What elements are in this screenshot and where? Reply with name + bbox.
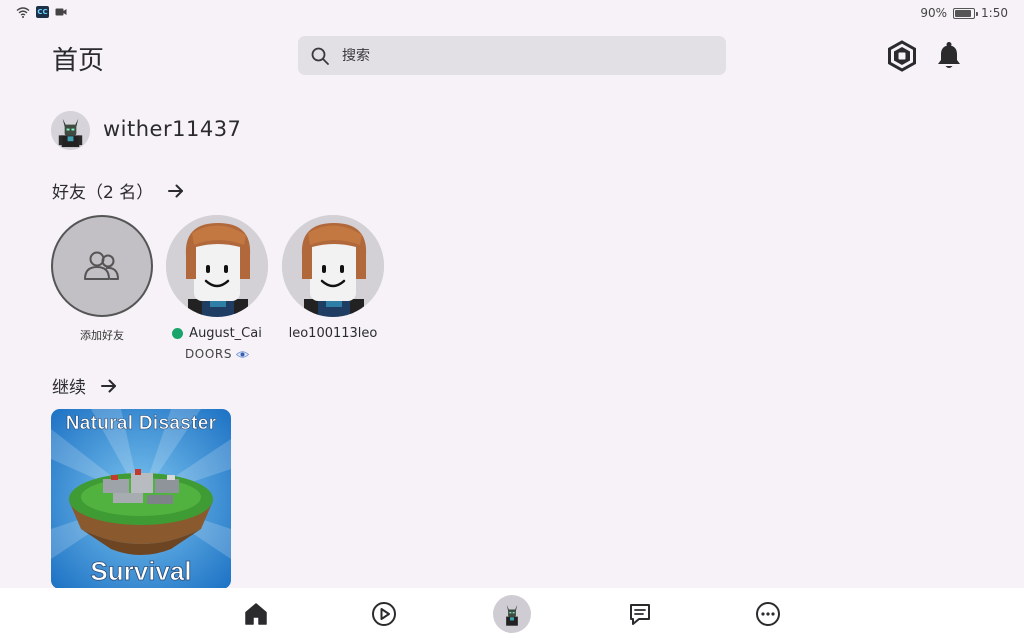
home-icon (245, 603, 267, 625)
add-friend-button[interactable]: 添加好友 (50, 215, 154, 343)
friend-avatar[interactable] (282, 215, 384, 317)
camera-icon (55, 8, 67, 16)
nav-home[interactable] (238, 596, 274, 632)
user-avatar[interactable] (51, 111, 90, 150)
battery-percent: 90% (920, 6, 948, 20)
friend-name-row: August_Cai (165, 326, 269, 341)
app-notification-badge: CC (36, 6, 49, 18)
friend-current-game[interactable]: DOORS (165, 347, 269, 361)
profile-username[interactable]: wither11437 (103, 117, 241, 141)
friends-section-header[interactable]: 好友（2 名） (52, 178, 185, 203)
arrow-right-icon[interactable] (167, 182, 185, 200)
nav-avatar[interactable] (493, 595, 531, 633)
status-bar: CC 90% 1:50 (0, 0, 1024, 28)
bell-icon[interactable] (935, 41, 963, 71)
battery-icon (953, 7, 979, 19)
friend-name: leo100113leo (288, 326, 378, 341)
clock: 1:50 (981, 6, 1008, 20)
friend-item-august-cai[interactable]: August_Cai DOORS (165, 215, 269, 361)
add-friend-label: 添加好友 (80, 329, 124, 342)
play-icon (372, 602, 396, 626)
search-input[interactable] (342, 47, 702, 64)
eye-icon (236, 350, 250, 358)
friend-game-name: DOORS (184, 347, 233, 361)
bottom-nav (0, 588, 1024, 640)
avatar-figure (51, 111, 90, 150)
search-bar[interactable] (298, 36, 726, 75)
continue-section-header[interactable]: 继续 (52, 373, 118, 398)
friend-avatar-figure (282, 215, 384, 317)
more-icon (756, 602, 780, 626)
online-status-dot (172, 328, 184, 339)
game-tile-natural-disaster-survival[interactable]: Natural Disaster Survival (51, 409, 231, 589)
chat-icon (630, 604, 650, 625)
robux-icon[interactable] (886, 40, 918, 72)
wifi-icon (16, 7, 30, 18)
page-title: 首页 (52, 46, 105, 76)
game-title-top: Natural Disaster (65, 413, 217, 435)
game-title-bottom: Survival (90, 556, 192, 587)
add-friends-icon (84, 251, 119, 280)
friend-name-row: leo100113leo (281, 326, 385, 341)
status-bar-left: CC (16, 6, 67, 18)
arrow-right-icon[interactable] (100, 377, 118, 395)
continue-heading: 继续 (52, 378, 86, 398)
nav-chat[interactable] (622, 596, 658, 632)
friends-heading: 好友（2 名） (52, 183, 154, 203)
friend-avatar-figure (166, 215, 268, 317)
nav-more[interactable] (750, 596, 786, 632)
search-icon (311, 47, 329, 65)
avatar-figure (499, 601, 525, 627)
add-friend-circle[interactable] (51, 215, 153, 317)
friend-item-leo100113leo[interactable]: leo100113leo (281, 215, 385, 341)
friend-avatar[interactable] (166, 215, 268, 317)
friend-name: August_Cai (189, 326, 262, 341)
status-bar-right: 90% 1:50 (920, 6, 1008, 20)
nav-discover[interactable] (366, 596, 402, 632)
